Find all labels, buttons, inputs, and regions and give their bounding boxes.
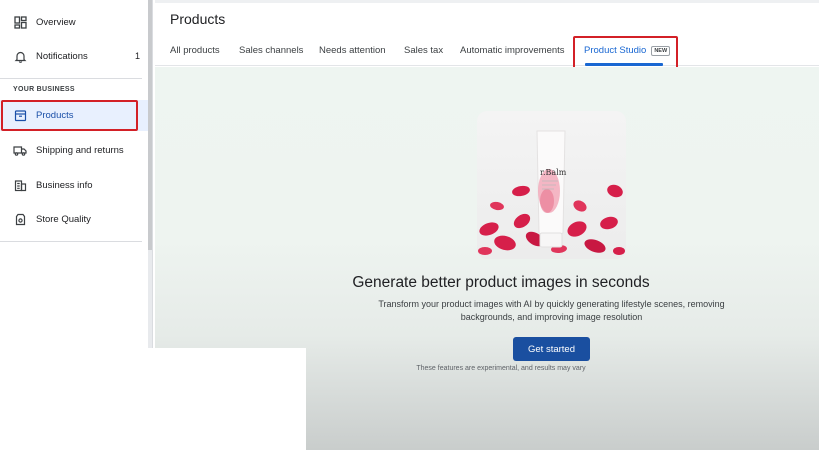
sidebar-item-label: Store Quality <box>36 213 91 225</box>
disclaimer-text: These features are experimental, and res… <box>416 365 586 372</box>
sidebar-item-notifications[interactable]: Notifications 1 <box>0 40 148 72</box>
truck-icon <box>13 143 27 157</box>
active-tab-indicator <box>585 63 663 66</box>
sidebar-item-label: Notifications <box>36 50 88 62</box>
sidebar-item-overview[interactable]: Overview <box>0 6 148 38</box>
tube-brand-text: r.Balm <box>540 168 567 177</box>
top-divider <box>155 0 819 3</box>
tab-all-products[interactable]: All products <box>170 45 220 56</box>
new-badge: NEW <box>651 46 671 56</box>
products-tab-bar: All products Sales channels Needs attent… <box>155 36 819 66</box>
lower-panel-overlay <box>148 348 306 450</box>
dashboard-icon <box>13 15 27 29</box>
product-hero-image: r.Balm <box>477 111 626 259</box>
page-title: Products <box>170 11 226 27</box>
sidebar-divider <box>0 78 142 79</box>
sidebar-divider <box>0 241 142 242</box>
tab-automatic-improvements[interactable]: Automatic improvements <box>460 45 565 56</box>
sidebar-scrollbar[interactable] <box>148 0 153 350</box>
tab-needs-attention[interactable]: Needs attention <box>319 45 386 56</box>
sidebar-item-business-info[interactable]: Business info <box>0 169 148 201</box>
notification-count-badge: 1 <box>134 51 140 61</box>
sidebar: Overview Notifications 1 YOUR BUSINESS P… <box>0 0 148 450</box>
headline-text: Generate better product images in second… <box>352 274 650 291</box>
product-box-icon <box>13 109 27 123</box>
tab-label: Product Studio <box>584 45 647 56</box>
tab-sales-channels[interactable]: Sales channels <box>239 45 303 56</box>
section-label-your-business: YOUR BUSINESS <box>13 86 75 93</box>
get-started-button[interactable]: Get started <box>513 337 590 361</box>
sidebar-scrollbar-thumb[interactable] <box>148 0 152 250</box>
sidebar-item-store-quality[interactable]: Store Quality <box>0 203 148 235</box>
tab-sales-tax[interactable]: Sales tax <box>404 45 443 56</box>
tab-product-studio[interactable]: Product Studio NEW <box>584 45 671 56</box>
studio-headline: Generate better product images in second… <box>155 274 819 292</box>
bell-icon <box>13 49 27 63</box>
sidebar-item-label: Products <box>36 110 74 121</box>
store-quality-icon <box>13 212 27 226</box>
sidebar-item-label: Overview <box>36 16 76 28</box>
sidebar-item-label: Shipping and returns <box>36 144 124 156</box>
sidebar-item-label: Business info <box>36 179 93 191</box>
studio-description: Transform your product images with AI by… <box>378 299 725 322</box>
sidebar-item-products[interactable]: Products <box>0 100 148 131</box>
building-icon <box>13 178 27 192</box>
sidebar-item-shipping[interactable]: Shipping and returns <box>0 134 148 166</box>
